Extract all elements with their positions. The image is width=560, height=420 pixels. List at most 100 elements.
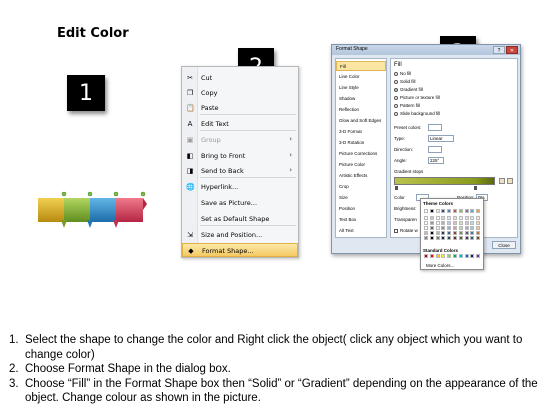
radio-button[interactable] — [394, 103, 398, 108]
theme-color-swatch[interactable] — [464, 226, 469, 230]
menu-item-size-and-position[interactable]: ⇲ Size and Position... — [182, 228, 298, 242]
theme-color-swatch[interactable] — [453, 236, 457, 240]
fill-option-picture-or-texture-fill[interactable]: Picture or texture fill — [394, 95, 440, 100]
theme-color-swatch[interactable] — [464, 231, 469, 235]
more-colors-link[interactable]: More Colors... — [426, 263, 454, 268]
theme-color-swatch[interactable] — [424, 231, 428, 235]
theme-color-swatch[interactable] — [424, 221, 428, 225]
gradient-stop-handle[interactable] — [474, 186, 477, 190]
menu-item-group[interactable]: ▣ Group › — [182, 133, 298, 147]
theme-color-swatch[interactable] — [424, 236, 428, 240]
fill-option-gradient-fill[interactable]: Gradient fill — [394, 87, 423, 92]
nav-item-size[interactable]: Size — [336, 193, 386, 203]
nav-item-line-style[interactable]: Line Style — [336, 83, 386, 93]
theme-color-swatch[interactable] — [470, 216, 475, 220]
close-icon[interactable]: ✕ — [506, 46, 518, 54]
theme-color-swatch[interactable] — [470, 231, 475, 235]
angle-input[interactable]: 225° — [428, 157, 444, 164]
theme-color-swatch[interactable] — [458, 236, 463, 240]
nav-item-3-d-rotation[interactable]: 3-D Rotation — [336, 138, 386, 148]
theme-color-swatch[interactable] — [470, 221, 475, 225]
standard-color-swatch[interactable] — [476, 254, 481, 258]
theme-color-swatch[interactable] — [476, 226, 481, 230]
theme-color-swatch[interactable] — [464, 236, 469, 240]
nav-item-artistic-effects[interactable]: Artistic Effects — [336, 171, 386, 181]
standard-color-swatch[interactable] — [435, 254, 440, 258]
theme-color-swatch[interactable] — [424, 209, 428, 213]
menu-item-format-shape[interactable]: ◆ Format Shape... — [182, 243, 298, 257]
menu-item-send-to-back[interactable]: ◨ Send to Back › — [182, 164, 298, 178]
nav-item-picture-color[interactable]: Picture Color — [336, 160, 386, 170]
add-stop-icon[interactable] — [499, 178, 505, 184]
theme-color-swatch[interactable] — [429, 209, 434, 213]
theme-color-swatch[interactable] — [429, 216, 434, 220]
standard-color-swatch[interactable] — [453, 254, 457, 258]
theme-color-swatch[interactable] — [476, 236, 481, 240]
menu-item-copy[interactable]: ❐ Copy — [182, 86, 298, 100]
theme-color-swatch[interactable] — [453, 226, 457, 230]
theme-color-swatch[interactable] — [464, 216, 469, 220]
nav-item-line-color[interactable]: Line Color — [336, 72, 386, 82]
fill-option-slide-background-fill[interactable]: Slide background fill — [394, 111, 440, 116]
theme-color-swatch[interactable] — [435, 226, 440, 230]
menu-item-bring-to-front[interactable]: ◧ Bring to Front › — [182, 149, 298, 163]
theme-color-swatch[interactable] — [435, 209, 440, 213]
nav-item-position[interactable]: Position — [336, 204, 386, 214]
theme-color-swatch[interactable] — [453, 209, 457, 213]
nav-item-glow-and-soft-edges[interactable]: Glow and Soft Edges — [336, 116, 386, 126]
theme-color-swatch[interactable] — [441, 221, 446, 225]
radio-button[interactable] — [394, 71, 398, 76]
theme-color-swatch[interactable] — [441, 209, 446, 213]
rotate-checkbox-label[interactable]: Rotate w — [394, 228, 418, 233]
menu-item-cut[interactable]: ✂ Cut — [182, 71, 298, 85]
theme-color-swatch[interactable] — [447, 209, 452, 213]
standard-color-swatch[interactable] — [441, 254, 446, 258]
radio-button[interactable] — [394, 87, 398, 92]
theme-color-swatch[interactable] — [441, 231, 446, 235]
help-button[interactable]: ? — [493, 46, 505, 54]
standard-color-swatch[interactable] — [458, 254, 463, 258]
theme-color-swatch[interactable] — [429, 231, 434, 235]
theme-color-swatch[interactable] — [435, 216, 440, 220]
theme-color-swatch[interactable] — [470, 226, 475, 230]
direction-dropdown[interactable] — [428, 146, 442, 153]
gradient-stop-handle[interactable] — [395, 186, 398, 190]
theme-color-swatch[interactable] — [476, 231, 481, 235]
remove-stop-icon[interactable] — [507, 178, 513, 184]
preset-colors-dropdown[interactable] — [428, 124, 442, 131]
theme-color-swatch[interactable] — [447, 226, 452, 230]
theme-color-swatch[interactable] — [441, 236, 446, 240]
theme-color-swatch[interactable] — [470, 236, 475, 240]
nav-item-reflection[interactable]: Reflection — [336, 105, 386, 115]
theme-color-swatch[interactable] — [447, 236, 452, 240]
theme-color-swatch[interactable] — [424, 226, 428, 230]
theme-color-swatch[interactable] — [453, 216, 457, 220]
nav-item-shadow[interactable]: Shadow — [336, 94, 386, 104]
fill-option-solid-fill[interactable]: Solid fill — [394, 79, 416, 84]
theme-color-swatch[interactable] — [447, 231, 452, 235]
theme-color-swatch[interactable] — [458, 221, 463, 225]
theme-color-swatch[interactable] — [476, 209, 481, 213]
theme-color-swatch[interactable] — [453, 231, 457, 235]
theme-color-swatch[interactable] — [435, 231, 440, 235]
standard-color-swatch[interactable] — [470, 254, 475, 258]
theme-color-swatch[interactable] — [429, 221, 434, 225]
menu-item-edit-text[interactable]: A Edit Text — [182, 117, 298, 131]
close-button[interactable]: Close — [492, 241, 516, 249]
type-dropdown[interactable]: Linear — [428, 135, 454, 142]
theme-color-swatch[interactable] — [476, 216, 481, 220]
menu-item-save-as-picture[interactable]: Save as Picture... — [182, 196, 298, 210]
theme-color-swatch[interactable] — [441, 226, 446, 230]
standard-color-swatch[interactable] — [424, 254, 428, 258]
fill-option-no-fill[interactable]: No fill — [394, 71, 411, 76]
theme-color-swatch[interactable] — [435, 236, 440, 240]
theme-color-swatch[interactable] — [458, 226, 463, 230]
theme-color-swatch[interactable] — [447, 221, 452, 225]
nav-item-crop[interactable]: Crop — [336, 182, 386, 192]
radio-button[interactable] — [394, 111, 398, 116]
nav-item-picture-corrections[interactable]: Picture Corrections — [336, 149, 386, 159]
nav-item-3-d-format[interactable]: 3-D Format — [336, 127, 386, 137]
theme-color-swatch[interactable] — [476, 221, 481, 225]
radio-button[interactable] — [394, 79, 398, 84]
theme-color-swatch[interactable] — [424, 216, 428, 220]
